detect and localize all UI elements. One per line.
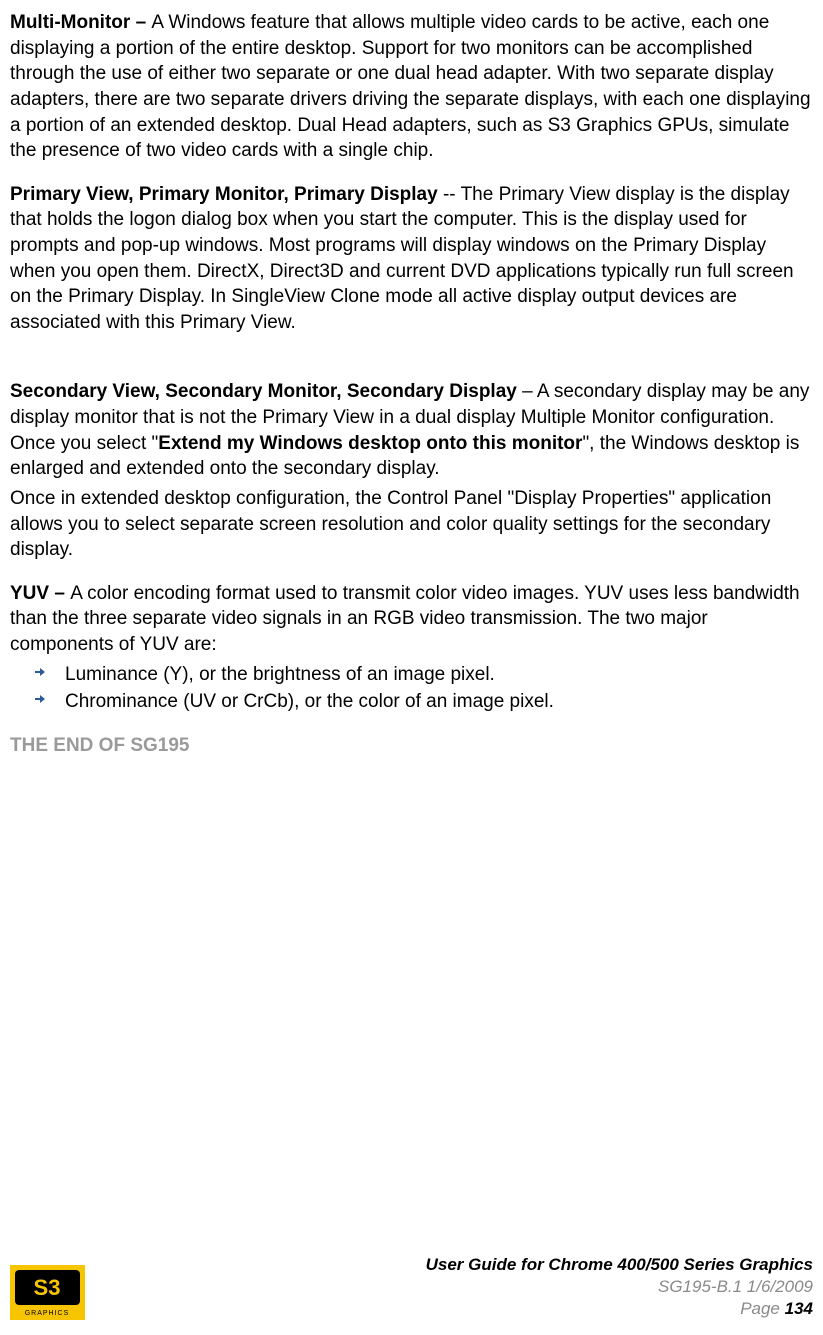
page-number: 134 [785, 1299, 813, 1318]
sep-secondary-view: – [517, 381, 537, 402]
page-footer: S3 GRAPHICS User Guide for Chrome 400/50… [10, 1254, 813, 1325]
yuv-bullets: Luminance (Y), or the brightness of an i… [10, 662, 813, 715]
footer-doc-id: SG195-B.1 1/6/2009 [426, 1276, 813, 1298]
term-multi-monitor: Multi-Monitor – [10, 12, 151, 33]
body-multi-monitor: A Windows feature that allows multiple v… [10, 12, 811, 161]
page-label: Page [740, 1299, 784, 1318]
term-primary-view: Primary View, Primary Monitor, Primary D… [10, 184, 438, 205]
bold-extend-desktop: Extend my Windows desktop onto this moni… [158, 433, 582, 454]
arrow-bullet-icon [35, 694, 45, 704]
definition-yuv: YUV – A color encoding format used to tr… [10, 581, 813, 658]
sep-primary-view: -- [438, 184, 461, 205]
end-of-document: THE END OF SG195 [10, 733, 813, 759]
definition-secondary-view: Secondary View, Secondary Monitor, Secon… [10, 379, 813, 482]
arrow-bullet-icon [35, 667, 45, 677]
secondary-view-para2: Once in extended desktop configuration, … [10, 486, 813, 563]
footer-text-block: User Guide for Chrome 400/500 Series Gra… [426, 1254, 813, 1320]
list-item: Luminance (Y), or the brightness of an i… [10, 662, 813, 688]
list-item: Chrominance (UV or CrCb), or the color o… [10, 689, 813, 715]
body-yuv: A color encoding format used to transmit… [10, 583, 800, 655]
definition-multi-monitor: Multi-Monitor – A Windows feature that a… [10, 10, 813, 164]
svg-text:S3: S3 [34, 1275, 61, 1300]
svg-text:GRAPHICS: GRAPHICS [25, 1310, 70, 1317]
document-body: Multi-Monitor – A Windows feature that a… [10, 10, 813, 1254]
footer-title: User Guide for Chrome 400/500 Series Gra… [426, 1254, 813, 1276]
term-secondary-view: Secondary View, Secondary Monitor, Secon… [10, 381, 517, 402]
footer-page: Page 134 [426, 1298, 813, 1320]
term-yuv: YUV – [10, 583, 70, 604]
bullet-text: Chrominance (UV or CrCb), or the color o… [65, 691, 554, 712]
bullet-text: Luminance (Y), or the brightness of an i… [65, 664, 495, 685]
definition-primary-view: Primary View, Primary Monitor, Primary D… [10, 182, 813, 336]
body-primary-view: The Primary View display is the display … [10, 184, 794, 333]
s3-graphics-logo: S3 GRAPHICS [10, 1265, 85, 1320]
